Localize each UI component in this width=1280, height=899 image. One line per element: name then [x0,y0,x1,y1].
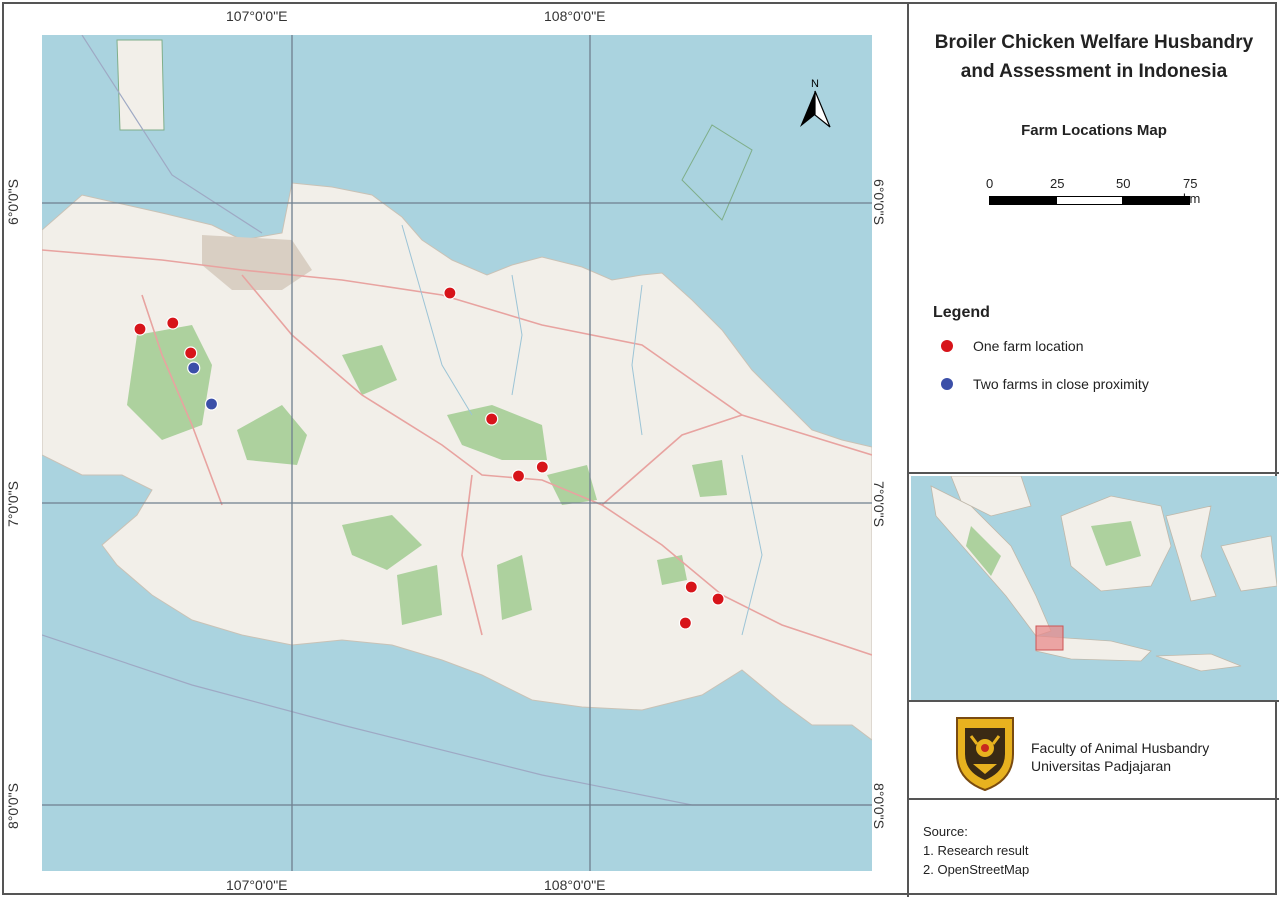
map-title-line1: Broiler Chicken Welfare Husbandry [934,32,1254,53]
inset-map-panel [909,474,1279,702]
source-heading: Source: [923,824,968,839]
scale-label-25: 25 [1050,176,1065,191]
map-title-line2: and Assessment in Indonesia [960,61,1228,82]
scale-segment-2 [1056,196,1123,205]
source-item-1: 1. Research result [923,843,1029,858]
scale-bar: 0 25 50 75 km [986,176,1209,216]
organization-line2: Universitas Padjajaran [1031,758,1172,774]
organization-panel: Faculty of Animal Husbandry Universitas … [909,702,1279,800]
legend-item-single: One farm location [941,338,1084,354]
top-longitude-107: 107°0'0"E [226,8,288,24]
farm-marker-11[interactable] [711,592,725,606]
source-panel: Source: 1. Research result 2. OpenStreet… [909,800,1279,897]
scale-label-0: 0 [986,176,994,191]
university-logo-icon [956,717,1014,792]
source-item-2: 2. OpenStreetMap [923,862,1030,877]
right-latitude-7: 7°0'0"S [870,481,887,527]
map-subtitle: Farm Locations Map [1021,122,1167,139]
scale-segment-3 [1122,196,1190,205]
source-notes: Source: 1. Research result 2. OpenStreet… [923,822,1029,879]
java-basemap[interactable]: N [42,35,872,871]
north-label: N [811,78,819,90]
left-latitude-7: 7°0'0"S [4,481,21,527]
bottom-longitude-108: 108°0'0"E [544,877,606,893]
legend-item-double: Two farms in close proximity [941,376,1149,392]
legend-double-label: Two farms in close proximity [973,376,1149,392]
farm-marker-3[interactable] [184,346,198,360]
blue-dot-icon [941,378,953,390]
farm-pair-marker-4[interactable] [187,361,201,375]
organization-line1: Faculty of Animal Husbandry [1031,740,1210,756]
scale-segment-1 [989,196,1057,205]
left-latitude-6: 6°0'0"S [4,179,21,225]
red-dot-icon [941,340,953,352]
title-legend-panel: Broiler Chicken Welfare Husbandry and As… [909,4,1279,474]
farm-marker-6[interactable] [443,286,457,300]
map-layout: 107°0'0"E 108°0'0"E 107°0'0"E 108°0'0"E … [2,2,1279,897]
farm-pair-marker-5[interactable] [204,397,219,411]
farm-marker-8[interactable] [511,469,526,483]
thousand-islands [116,39,165,131]
study-area-highlight [1035,625,1064,651]
top-longitude-108: 108°0'0"E [544,8,606,24]
bottom-longitude-107: 107°0'0"E [226,877,288,893]
indonesia-inset-map[interactable] [911,476,1277,700]
legend-title: Legend [933,304,990,321]
farm-marker-2[interactable] [166,316,180,330]
farm-marker-12[interactable] [678,616,693,630]
scale-label-50: 50 [1116,176,1131,191]
farm-marker-9[interactable] [535,460,549,474]
farm-marker-7[interactable] [485,412,499,426]
legend-single-label: One farm location [973,338,1084,354]
right-latitude-6: 6°0'0"S [870,179,887,225]
map-title: Broiler Chicken Welfare Husbandry and As… [909,28,1279,86]
right-latitude-8: 8°0'0"S [870,783,887,829]
farm-marker-10[interactable] [684,580,698,594]
left-latitude-8: 8°0'0"S [4,783,21,829]
farm-marker-1[interactable] [133,322,147,336]
organization-name: Faculty of Animal Husbandry Universitas … [1031,739,1209,775]
main-map-panel: 107°0'0"E 108°0'0"E 107°0'0"E 108°0'0"E … [4,4,909,897]
